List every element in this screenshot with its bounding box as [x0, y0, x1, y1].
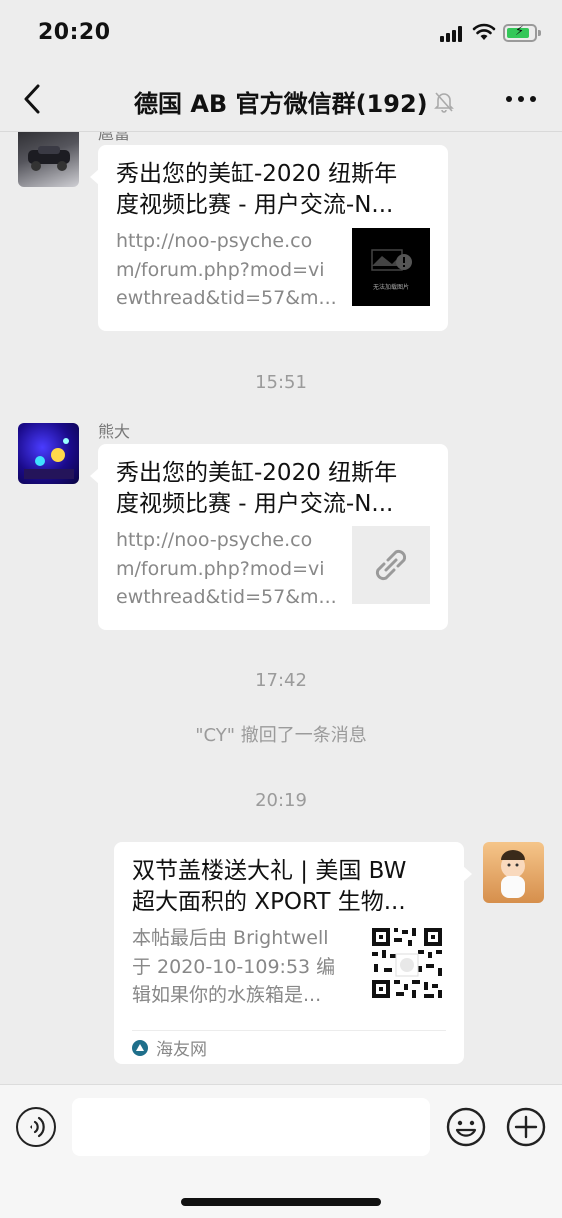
broken-image-thumbnail: 无法加载图片: [352, 228, 430, 306]
thumbnail-caption: 无法加载图片: [372, 284, 409, 291]
more-options-button[interactable]: [504, 94, 538, 104]
timestamp: 17:42: [255, 670, 307, 691]
recall-notice: "CY" 撤回了一条消息: [195, 725, 367, 746]
back-button[interactable]: [18, 82, 48, 116]
chat-title-wrap[interactable]: 德国 AB 官方微信群(192): [134, 84, 454, 119]
input-bar: [0, 1084, 562, 1218]
timestamp: 15:51: [255, 372, 307, 393]
avatar[interactable]: [483, 842, 544, 903]
site-logo-icon: [132, 1039, 148, 1056]
voice-button[interactable]: [16, 1107, 56, 1147]
broken-image-icon: [371, 249, 412, 271]
voice-icon: [30, 1116, 45, 1138]
card-title: 双节盖楼送大礼 | 美国 BW 超大面积的 XPORT 生物...: [132, 858, 407, 915]
plus-button[interactable]: [506, 1107, 546, 1147]
card-description: http://noo-psyche.co m/forum.php?mod=vi …: [116, 529, 337, 608]
emoji-button[interactable]: [446, 1107, 486, 1147]
link-card[interactable]: 秀出您的美缸-2020 纽斯年 度视频比赛 - 用户交流-N... http:/…: [90, 444, 448, 630]
chat-messages[interactable]: 扈富 秀出您的美缸-2020 纽斯年 度视频比赛 - 用户交流-N... htt…: [0, 132, 562, 1084]
card-title: 秀出您的美缸-2020 纽斯年 度视频比赛 - 用户交流-N...: [116, 460, 398, 517]
card-description: 本帖最后由 Brightwell 于 2020-10-109:53 编 辑如果你…: [132, 927, 336, 1006]
link-icon: [375, 549, 407, 581]
link-card[interactable]: 秀出您的美缸-2020 纽斯年 度视频比赛 - 用户交流-N... http:/…: [90, 145, 448, 331]
avatar[interactable]: [18, 423, 79, 484]
card-source: 海友网: [132, 1030, 446, 1064]
timestamp: 20:19: [255, 790, 307, 811]
status-time: 20:20: [38, 20, 111, 45]
card-title: 秀出您的美缸-2020 纽斯年 度视频比赛 - 用户交流-N...: [116, 161, 398, 218]
home-indicator[interactable]: [181, 1198, 381, 1206]
card-description: http://noo-psyche.co m/forum.php?mod=vi …: [116, 230, 337, 309]
chat-title: 德国 AB 官方微信群(192): [134, 90, 428, 118]
sender-name: 熊大: [98, 422, 131, 441]
status-bar: 20:20 ⚡: [0, 0, 562, 66]
qr-code-icon: [372, 928, 442, 998]
qr-code-thumbnail: [368, 924, 446, 1002]
avatar[interactable]: [18, 132, 79, 187]
sender-name: 扈富: [98, 132, 131, 143]
link-card[interactable]: 双节盖楼送大礼 | 美国 BW 超大面积的 XPORT 生物... 本帖最后由 …: [114, 842, 472, 1064]
battery-icon: ⚡: [503, 24, 541, 42]
cellular-signal-icon: [440, 26, 466, 42]
chat-header: 德国 AB 官方微信群(192): [0, 66, 562, 132]
message-input[interactable]: [72, 1098, 430, 1156]
source-name: 海友网: [156, 1040, 207, 1060]
wifi-icon: [472, 23, 496, 40]
link-thumbnail: [352, 526, 430, 604]
bell-off-icon: [433, 91, 454, 113]
